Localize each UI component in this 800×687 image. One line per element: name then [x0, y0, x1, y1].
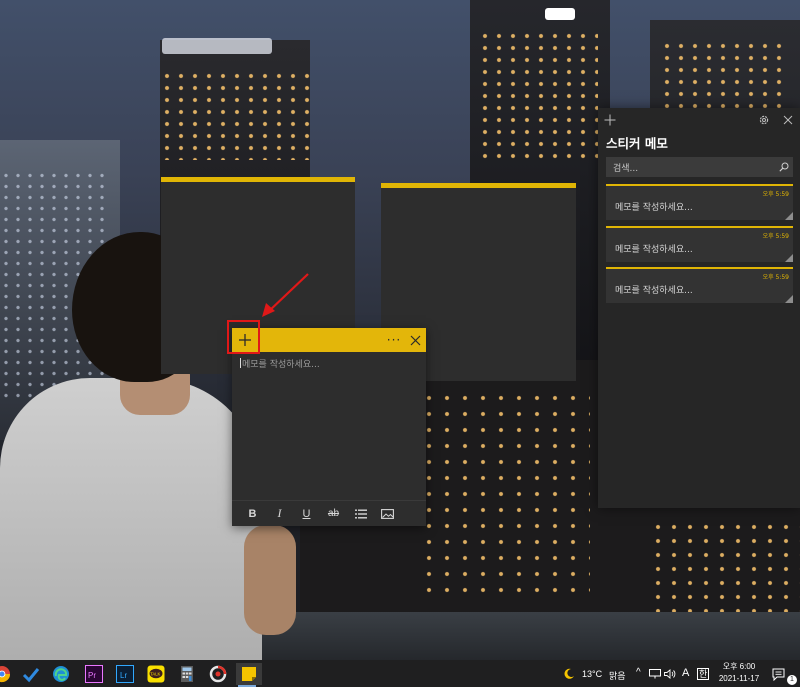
taskbar-app-todo[interactable]: [20, 663, 42, 685]
taskbar-app-lightroom[interactable]: Lr: [114, 663, 136, 685]
clock-time: 오후 6:00: [722, 662, 756, 671]
insert-image-button[interactable]: [374, 503, 401, 525]
italic-button[interactable]: I: [266, 503, 293, 525]
taskbar-app-premiere[interactable]: Pr: [83, 663, 105, 685]
note-preview: 메모를 작성하세요...: [615, 245, 693, 255]
annotation-arrow: [262, 273, 309, 317]
kakaotalk-icon: TALK: [147, 665, 165, 683]
active-sticky-note[interactable]: ··· 메모를 작성하세요... B I U ab: [232, 328, 426, 526]
weather-condition: 맑음: [609, 671, 626, 681]
note-corner-fold: [785, 295, 793, 303]
clock-date: 2021-11-17: [718, 674, 760, 683]
note-text-area[interactable]: 메모를 작성하세요...: [240, 357, 420, 497]
premiere-pro-icon: Pr: [85, 665, 103, 683]
note-timestamp: 오후 5:59: [762, 274, 789, 281]
note-corner-fold: [785, 212, 793, 220]
panel-new-note-button[interactable]: [602, 112, 618, 128]
search-input[interactable]: 검색...: [606, 157, 793, 177]
note-accent-bar: [381, 183, 576, 188]
image-icon: [381, 508, 394, 519]
note-titlebar[interactable]: ···: [232, 328, 426, 352]
network-button[interactable]: [649, 667, 661, 681]
person: [0, 378, 262, 660]
search-placeholder: 검색...: [613, 163, 639, 174]
taskbar-app-recorder[interactable]: [207, 663, 229, 685]
building-sign: [162, 38, 272, 54]
taskbar-app-calculator[interactable]: [176, 663, 198, 685]
note-timestamp: 오후 5:59: [762, 233, 789, 240]
taskbar-clock[interactable]: 오후 6:00 2021-11-17: [714, 661, 764, 685]
bold-button[interactable]: B: [239, 503, 266, 525]
network-icon: [649, 669, 661, 679]
weather-widget[interactable]: [563, 667, 575, 681]
note-corner-fold: [785, 254, 793, 262]
note-preview: 메모를 작성하세요...: [615, 286, 693, 296]
moon-icon: [564, 668, 574, 679]
settings-button[interactable]: [756, 112, 772, 128]
input-language-button[interactable]: A: [682, 667, 689, 679]
bullet-list-icon: [354, 509, 367, 518]
text-caret: [240, 358, 241, 368]
note-list-item[interactable]: 오후 5:59 메모를 작성하세요...: [606, 267, 793, 303]
search-icon: [779, 162, 789, 172]
svg-text:TALK: TALK: [150, 671, 160, 676]
close-icon: [410, 335, 420, 345]
note-preview: 메모를 작성하세요...: [615, 203, 693, 213]
format-toolbar: B I U ab: [232, 500, 426, 526]
note-list-item[interactable]: 오후 5:59 메모를 작성하세요...: [606, 226, 793, 262]
city-lights: [660, 40, 790, 110]
edge-icon: [53, 666, 69, 682]
notification-center-button[interactable]: [772, 667, 786, 681]
notification-badge: 1: [787, 675, 797, 685]
note-list-item[interactable]: 오후 5:59 메모를 작성하세요...: [606, 184, 793, 220]
sticky-notes-icon: [242, 667, 256, 681]
search-button[interactable]: [775, 158, 793, 176]
svg-text:Lr: Lr: [120, 671, 127, 680]
note-placeholder: 메모를 작성하세요...: [242, 360, 320, 370]
note-timestamp: 오후 5:59: [762, 191, 789, 198]
gear-icon: [759, 115, 769, 125]
underline-button[interactable]: U: [293, 503, 320, 525]
city-lights: [478, 30, 598, 160]
taskbar-app-kakaotalk[interactable]: TALK: [145, 663, 167, 685]
building-sign: [545, 8, 575, 20]
note-menu-button[interactable]: ···: [383, 328, 405, 352]
bullet-list-button[interactable]: [347, 503, 374, 525]
ime-mode-button[interactable]: 한: [697, 668, 710, 680]
lightroom-icon: Lr: [116, 665, 134, 683]
strikethrough-button[interactable]: ab: [320, 503, 347, 525]
todo-icon: [22, 668, 40, 683]
panel-title: 스티커 메모: [606, 136, 668, 151]
panel-close-button[interactable]: [781, 113, 795, 127]
calculator-icon: [181, 666, 193, 682]
chrome-icon: [0, 666, 11, 683]
balcony-wall: [230, 612, 800, 660]
taskbar-app-edge[interactable]: [50, 663, 72, 685]
annotation-highlight-box: [227, 320, 260, 354]
svg-text:Pr: Pr: [88, 671, 96, 680]
notification-icon: [772, 668, 785, 681]
taskbar-app-chrome[interactable]: [0, 663, 13, 685]
volume-button[interactable]: [664, 667, 676, 681]
taskbar-app-sticky-notes[interactable]: [236, 663, 262, 687]
city-lights: [420, 390, 590, 600]
volume-icon: [664, 669, 676, 679]
note-accent-bar: [161, 177, 355, 182]
plus-icon: [604, 114, 616, 126]
sticky-notes-panel: 스티커 메모 검색... 오후 5:59 메모를 작성하세요... 오후 5:5…: [598, 108, 800, 508]
close-note-button[interactable]: [406, 331, 424, 349]
close-icon: [783, 115, 793, 125]
tray-overflow-chevron[interactable]: ^: [636, 667, 641, 678]
weather-temp: 13°C: [582, 669, 603, 679]
screen-recorder-icon: [209, 665, 227, 683]
city-lights: [160, 70, 310, 160]
person-arm: [244, 525, 296, 635]
